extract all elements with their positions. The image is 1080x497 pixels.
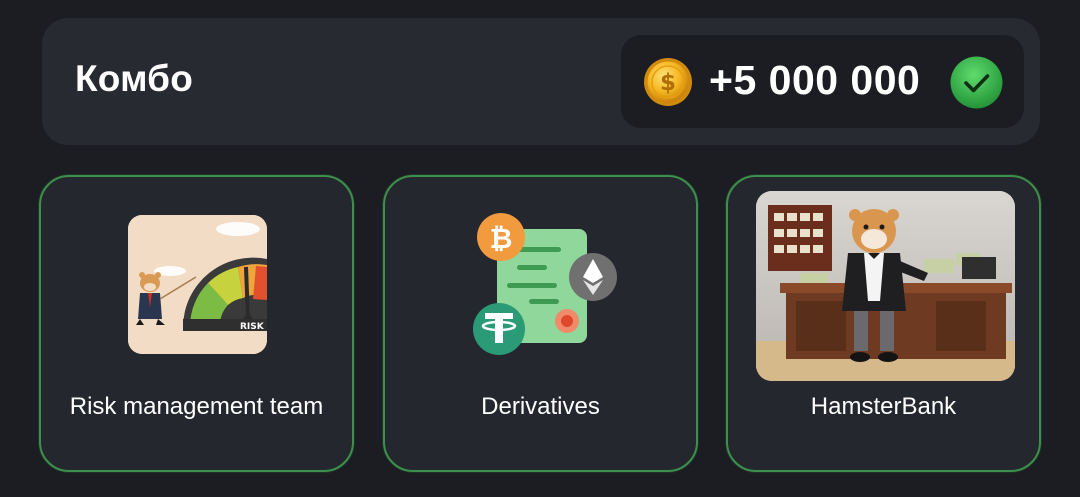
svg-text:₿: ₿ bbox=[490, 222, 513, 255]
combo-card-risk-management[interactable]: RISK Risk management team bbox=[39, 175, 354, 472]
combo-header: Комбо $ +5 000 000 bbox=[42, 18, 1040, 145]
svg-text:RISK: RISK bbox=[240, 322, 265, 332]
combo-card-hamsterbank[interactable]: HamsterBank bbox=[726, 175, 1041, 472]
card-label: HamsterBank bbox=[810, 393, 957, 420]
card-label: Risk management team bbox=[69, 393, 324, 420]
derivatives-image: ₿ bbox=[467, 209, 617, 359]
svg-text:$: $ bbox=[660, 70, 676, 96]
gold-coin-icon: $ bbox=[644, 58, 692, 106]
combo-title: Комбо bbox=[75, 58, 194, 99]
combo-card-derivatives[interactable]: ₿ Derivatives bbox=[383, 175, 698, 472]
reward-box: $ +5 000 000 bbox=[621, 35, 1024, 128]
green-check-icon bbox=[950, 56, 1003, 109]
reward-amount: +5 000 000 bbox=[709, 57, 921, 103]
hamsterbank-image bbox=[756, 191, 1015, 381]
card-label: Derivatives bbox=[481, 393, 600, 420]
risk-management-image: RISK bbox=[128, 215, 267, 354]
